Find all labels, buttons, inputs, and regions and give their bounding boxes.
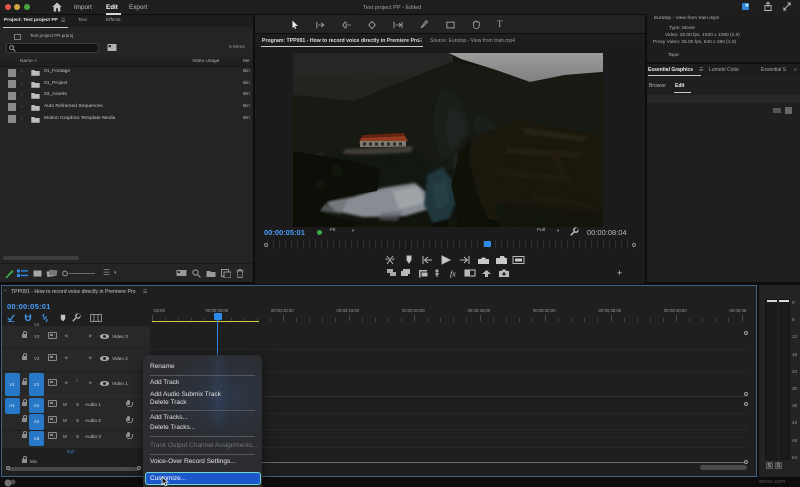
svg-text:fx: fx — [450, 270, 456, 279]
